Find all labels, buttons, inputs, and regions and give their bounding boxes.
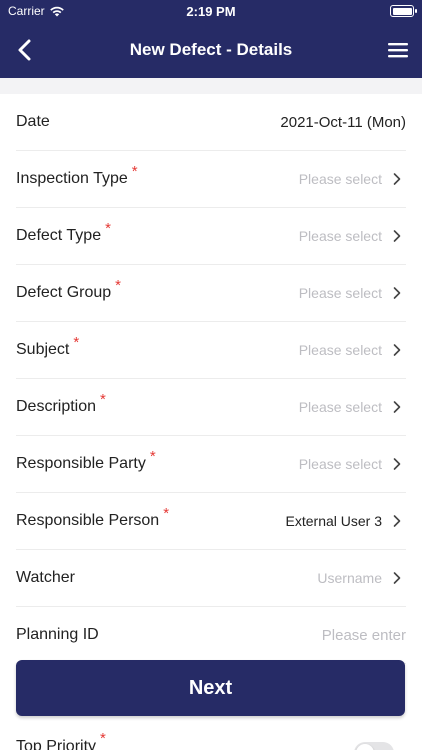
inspection-type-row[interactable]: Inspection Type * Please select xyxy=(16,151,406,208)
date-label: Date xyxy=(16,113,50,130)
description-label: Description xyxy=(16,398,97,415)
required-marker: * xyxy=(149,447,156,465)
top-priority-toggle[interactable] xyxy=(354,742,394,750)
next-button[interactable]: Next xyxy=(16,660,405,716)
chevron-right-icon xyxy=(393,230,401,242)
defect-type-row[interactable]: Defect Type * Please select xyxy=(16,208,406,265)
description-value: Please select xyxy=(298,399,382,415)
required-marker: * xyxy=(100,390,106,408)
planning-id-input[interactable]: Please enter xyxy=(322,627,406,644)
subject-row[interactable]: Subject * Please select xyxy=(16,322,406,379)
status-time: 2:19 PM xyxy=(186,4,236,19)
watcher-row[interactable]: Watcher Username xyxy=(16,550,406,607)
planning-id-row[interactable]: Planning ID Please enter xyxy=(16,607,406,664)
defect-group-row[interactable]: Defect Group * Please select xyxy=(16,265,406,322)
required-marker: * xyxy=(115,276,121,294)
page-title: New Defect - Details xyxy=(129,40,293,59)
date-value: 2021-Oct-11 (Mon) xyxy=(280,113,406,131)
responsible-person-value: External User 3 xyxy=(285,513,382,529)
chevron-right-icon xyxy=(393,287,401,299)
responsible-party-value: Please select xyxy=(298,456,382,472)
top-priority-label: Top Priority xyxy=(16,738,97,750)
status-bar: Carrier 2:19 PM xyxy=(0,0,422,22)
defect-group-value: Please select xyxy=(298,285,382,301)
hamburger-menu-icon[interactable] xyxy=(386,38,410,62)
top-priority-row: Top Priority * xyxy=(16,730,406,750)
subject-value: Please select xyxy=(298,342,382,358)
defect-group-label: Defect Group xyxy=(16,284,112,301)
watcher-value: Username xyxy=(317,570,382,586)
required-marker: * xyxy=(105,219,111,237)
required-marker: * xyxy=(131,162,138,180)
responsible-person-row[interactable]: Responsible Person * External User 3 xyxy=(16,493,406,550)
chevron-right-icon xyxy=(393,572,401,584)
chevron-right-icon xyxy=(393,401,401,413)
subject-label: Subject xyxy=(16,341,70,358)
chevron-right-icon xyxy=(393,344,401,356)
required-marker: * xyxy=(163,504,170,522)
header-divider xyxy=(0,78,422,94)
chevron-right-icon xyxy=(393,458,401,470)
description-row[interactable]: Description * Please select xyxy=(16,379,406,436)
battery-icon xyxy=(390,5,417,17)
defect-details-form: Date 2021-Oct-11 (Mon) Inspection Type * … xyxy=(0,94,422,664)
chevron-right-icon xyxy=(393,173,401,185)
toggle-knob xyxy=(356,744,374,750)
required-marker: * xyxy=(100,730,106,747)
responsible-party-label: Responsible Party xyxy=(16,455,146,472)
defect-type-value: Please select xyxy=(298,228,382,244)
navigation-bar: New Defect - Details xyxy=(0,26,422,74)
inspection-type-value: Please select xyxy=(298,171,382,187)
defect-type-label: Defect Type xyxy=(16,227,102,244)
inspection-type-label: Inspection Type xyxy=(16,170,128,187)
watcher-label: Watcher xyxy=(16,569,75,586)
responsible-party-row[interactable]: Responsible Party * Please select xyxy=(16,436,406,493)
required-marker: * xyxy=(73,333,80,351)
planning-id-label: Planning ID xyxy=(16,626,99,643)
date-row[interactable]: Date 2021-Oct-11 (Mon) xyxy=(16,94,406,151)
responsible-person-label: Responsible Person xyxy=(16,512,160,529)
chevron-right-icon xyxy=(393,515,401,527)
app-header: Carrier 2:19 PM New Defect - Details xyxy=(0,0,422,78)
